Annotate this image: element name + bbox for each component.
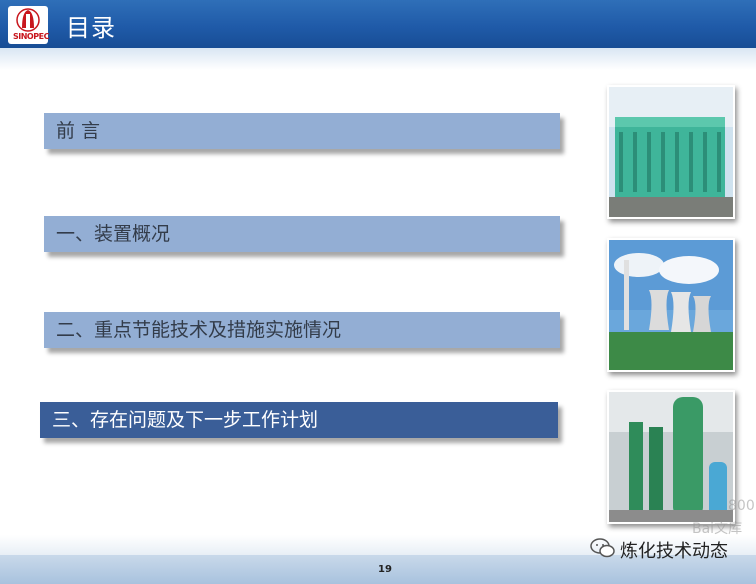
menu-item-overview[interactable]: 一、装置概况 <box>44 216 560 252</box>
wechat-label: 炼化技术动态 <box>620 541 728 562</box>
page-title: 目录 <box>66 14 116 42</box>
menu-item-foreword[interactable]: 前 言 <box>44 113 560 149</box>
equipment-photo <box>607 390 735 524</box>
power-plant-photo <box>607 238 735 372</box>
menu-item-energy-saving[interactable]: 二、重点节能技术及措施实施情况 <box>44 312 560 348</box>
wechat-account[interactable]: 炼化技术动态 <box>590 536 728 564</box>
page-number: 19 <box>378 564 392 575</box>
menu-item-problems-plan[interactable]: 三、存在问题及下一步工作计划 <box>40 402 558 438</box>
sinopec-logo: SINOPEC <box>8 6 49 44</box>
watermark-number: 800 <box>728 498 755 514</box>
wechat-icon <box>590 537 616 563</box>
cooling-tower-photo <box>607 85 735 219</box>
logo-text: SINOPEC <box>13 32 49 41</box>
header-fade <box>0 48 756 70</box>
